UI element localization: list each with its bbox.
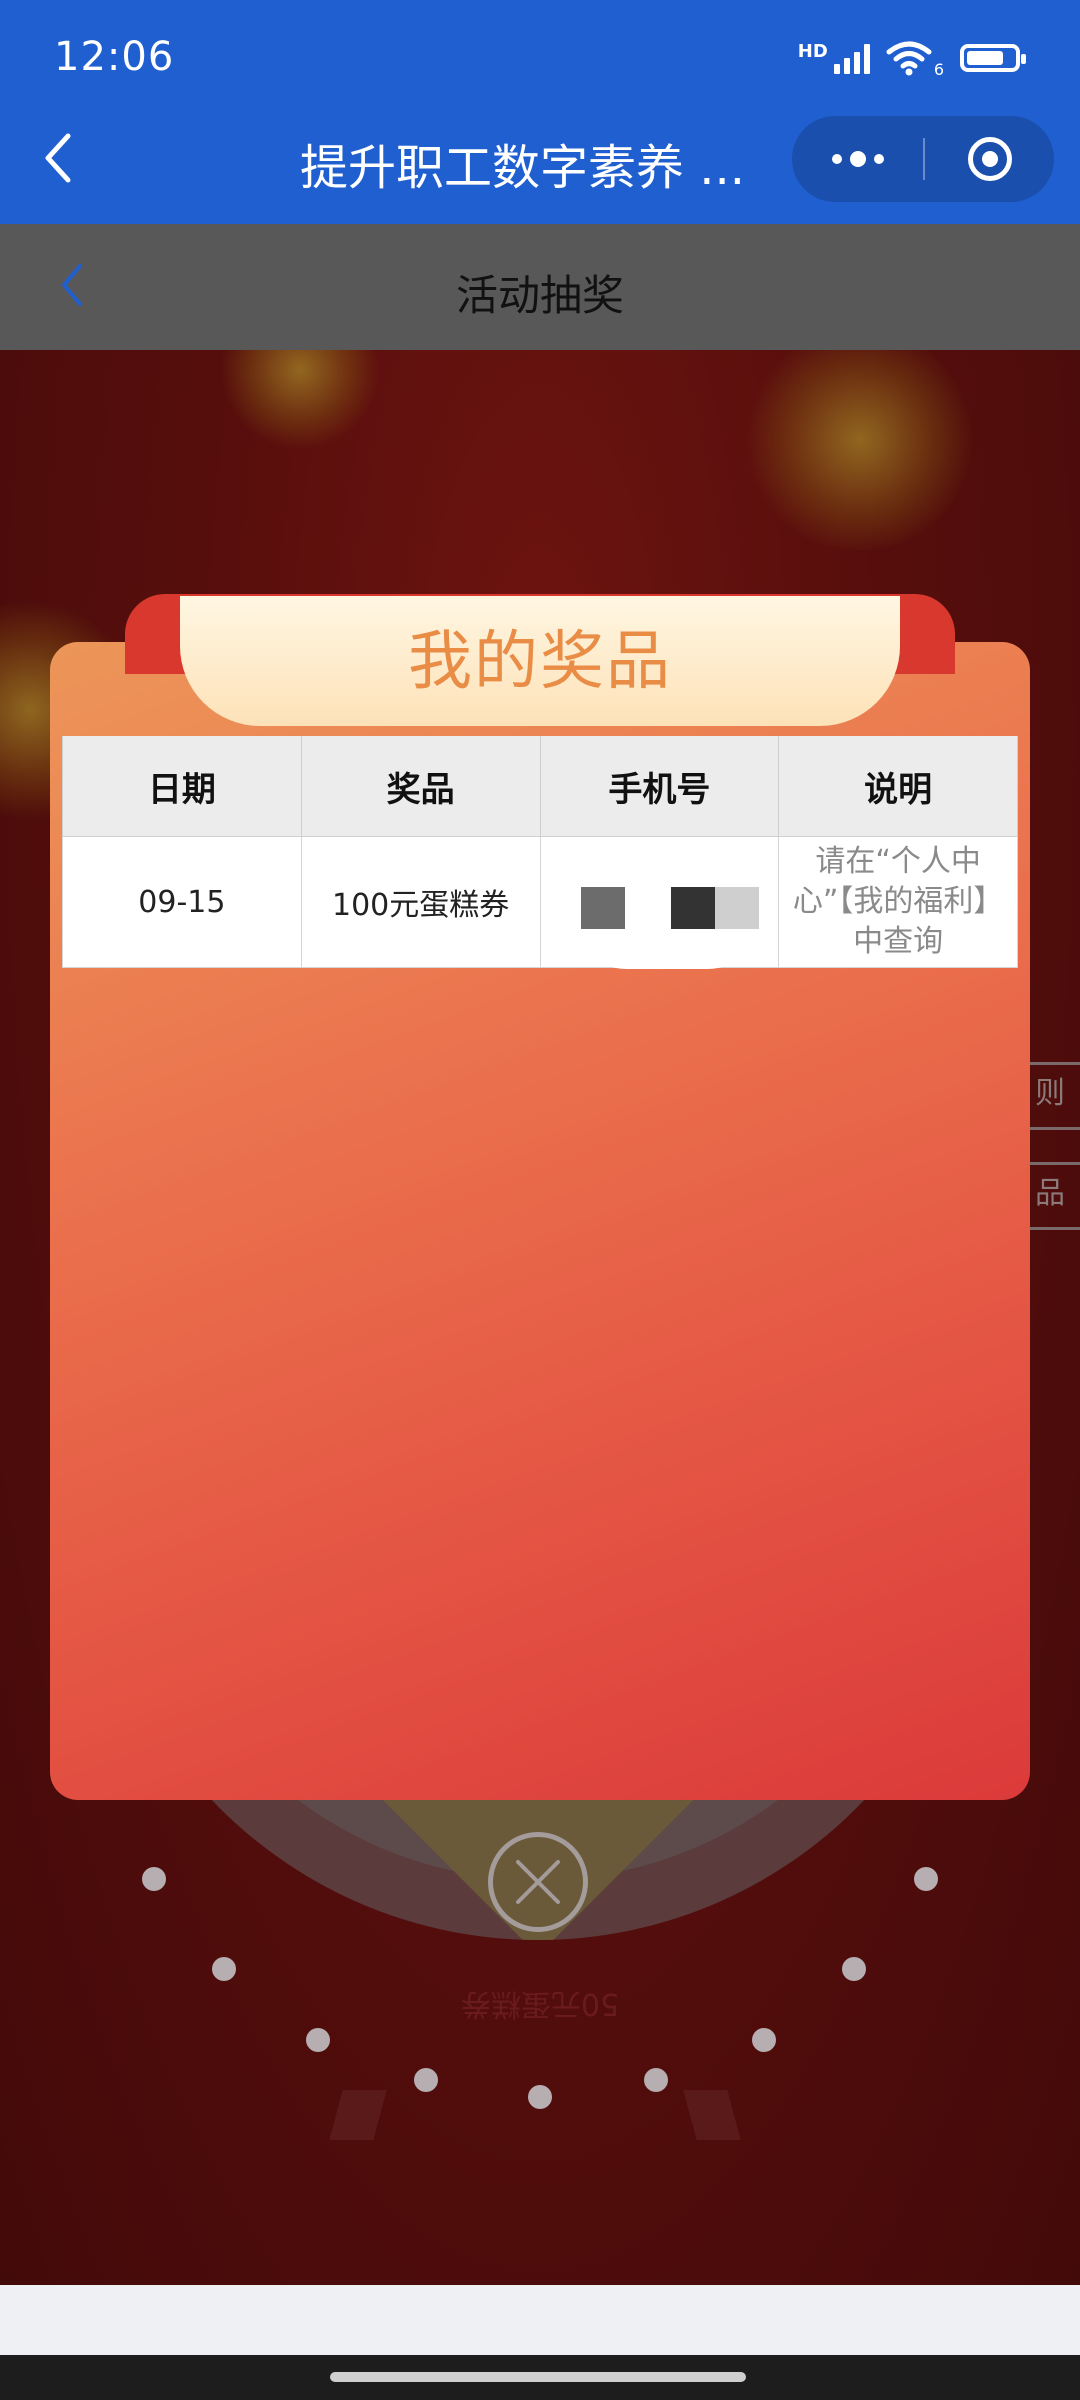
- cell-date: 09-15: [62, 836, 302, 968]
- nav-title: 提升职工数字素养 ...: [300, 140, 746, 196]
- status-time: 12:06: [54, 34, 175, 80]
- cell-phone: [539, 836, 780, 969]
- table-row: 09-15 100元蛋糕券 请在“个人中心”【我的福利】中查询: [62, 836, 1018, 969]
- bottom-safe-area: [0, 2285, 1080, 2355]
- prize-table: 日期 奖品 手机号 说明 09-15 100元蛋糕券 请在“个人中心”【我的福利…: [62, 736, 1018, 969]
- wheel-light: [752, 2028, 776, 2052]
- redacted-phone: [545, 837, 775, 969]
- flower-decoration: [220, 350, 380, 450]
- table-header-row: 日期 奖品 手机号 说明: [62, 736, 1018, 837]
- wheel-light: [528, 2085, 552, 2109]
- back-icon[interactable]: [38, 128, 78, 188]
- flower-decoration: [740, 350, 980, 550]
- wheel-light: [414, 2068, 438, 2092]
- wheel-prize-label: 50元蛋糕券: [460, 1986, 620, 2021]
- wifi-badge: 6: [933, 59, 944, 79]
- column-header-phone: 手机号: [539, 736, 780, 837]
- cell-note: 请在“个人中心”【我的福利】中查询: [778, 836, 1018, 968]
- network-label: HD: [797, 40, 828, 62]
- cell-prize: 100元蛋糕券: [300, 836, 541, 968]
- close-modal-button[interactable]: [488, 1832, 588, 1932]
- capsule-divider: [923, 138, 925, 180]
- wheel-light: [306, 2028, 330, 2052]
- close-miniprogram-icon[interactable]: [968, 137, 1012, 181]
- page-header: 活动抽奖: [0, 224, 1080, 350]
- page-title: 活动抽奖: [455, 271, 624, 320]
- mini-program-capsule: [792, 116, 1054, 202]
- wheel-light: [212, 1957, 236, 1981]
- wifi-icon: [886, 41, 932, 76]
- app-bar: 12:06 HD 6 提升职工数字素养 ...: [0, 0, 1080, 224]
- modal-title: 我的奖品: [408, 625, 672, 699]
- column-header-date: 日期: [62, 736, 302, 837]
- close-icon: [516, 1860, 560, 1904]
- wheel-light: [142, 1867, 166, 1891]
- column-header-note: 说明: [778, 736, 1018, 837]
- wheel-light: [914, 1867, 938, 1891]
- wheel-light: [644, 2068, 668, 2092]
- signal-icon: [833, 42, 870, 74]
- more-icon[interactable]: [832, 151, 884, 167]
- home-indicator[interactable]: [330, 2372, 746, 2382]
- wheel-light: [842, 1957, 866, 1981]
- battery-icon: [960, 44, 1026, 72]
- status-icons: HD 6: [797, 36, 1026, 80]
- prizes-modal: 我的奖品 日期 奖品 手机号 说明 09-15 100元蛋糕券 请在“个人中心”…: [50, 594, 1030, 1800]
- column-header-prize: 奖品: [300, 736, 541, 837]
